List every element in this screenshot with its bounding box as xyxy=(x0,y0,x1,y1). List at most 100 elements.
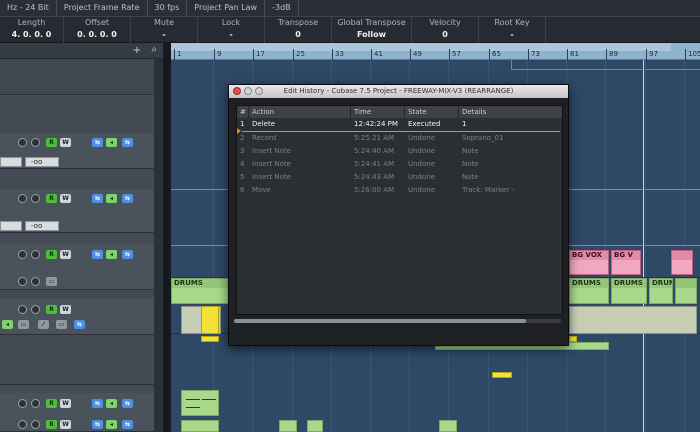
volume-field[interactable] xyxy=(0,221,22,231)
monitor-speaker-icon[interactable]: ◂ xyxy=(106,250,117,259)
record-enable-icon[interactable] xyxy=(31,277,40,286)
project-cursor[interactable] xyxy=(643,60,644,432)
edit-instrument-icon[interactable]: ⇆ xyxy=(92,138,103,147)
folder-icon[interactable]: ▭ xyxy=(56,320,67,329)
record-enable-icon[interactable] xyxy=(31,138,40,147)
edit-icon[interactable]: ⁄ xyxy=(38,320,49,329)
info-mute-value[interactable]: - xyxy=(131,28,197,41)
edit-instrument-icon[interactable]: ⇆ xyxy=(92,420,103,429)
close-icon[interactable] xyxy=(233,87,241,95)
write-button[interactable]: W xyxy=(60,194,71,203)
status-frame-rate[interactable]: 30 fps xyxy=(148,0,188,16)
write-button[interactable]: W xyxy=(60,399,71,408)
track-row[interactable] xyxy=(0,343,163,385)
dialog-title-bar[interactable]: Edit History - Cubase 7.5 Project - FREE… xyxy=(229,85,568,98)
monitor-icon[interactable] xyxy=(18,138,27,147)
read-button[interactable]: R xyxy=(46,138,57,147)
zoom-icon[interactable] xyxy=(255,87,263,95)
column-header-action[interactable]: Action xyxy=(249,106,351,118)
info-length[interactable]: Length 4. 0. 0. 0 xyxy=(0,17,64,43)
status-pan-law[interactable]: -3dB xyxy=(265,0,299,16)
table-row[interactable]: 5 Insert Note 5:24:43 AM Undone Note xyxy=(237,171,562,184)
record-enable-icon[interactable] xyxy=(31,250,40,259)
part-drums[interactable]: DRUMS xyxy=(171,278,231,304)
monitor-icon[interactable] xyxy=(18,194,27,203)
track-list-scrollbar[interactable] xyxy=(154,59,163,432)
read-button[interactable]: R xyxy=(46,399,57,408)
record-enable-icon[interactable] xyxy=(31,420,40,429)
monitor-speaker-icon[interactable]: ◂ xyxy=(106,420,117,429)
timeline-ruler[interactable]: 1 9 17 25 33 41 49 57 65 73 81 89 97 105 xyxy=(171,43,700,60)
volume-value[interactable]: -oo xyxy=(25,157,59,167)
part-midi[interactable] xyxy=(492,372,512,378)
part-audio[interactable] xyxy=(201,306,219,334)
channel-settings-icon[interactable]: ⇆ xyxy=(122,420,133,429)
minimize-icon[interactable] xyxy=(244,87,252,95)
info-velocity-value[interactable]: 0 xyxy=(412,28,478,41)
part-midi[interactable] xyxy=(439,420,457,432)
info-transpose-value[interactable]: 0 xyxy=(265,28,331,41)
folder-icon[interactable]: ▭ xyxy=(46,277,57,286)
info-global-transpose[interactable]: Global Transpose Follow xyxy=(332,17,412,43)
monitor-speaker-icon[interactable]: ◂ xyxy=(106,194,117,203)
info-mute[interactable]: Mute - xyxy=(131,17,198,43)
channel-settings-icon[interactable]: ⇆ xyxy=(122,138,133,147)
info-velocity[interactable]: Velocity 0 xyxy=(412,17,479,43)
edit-history-dialog[interactable]: Edit History - Cubase 7.5 Project - FREE… xyxy=(228,84,569,346)
add-track-icon[interactable]: + xyxy=(133,45,141,56)
monitor-icon[interactable] xyxy=(18,399,27,408)
part-drums[interactable] xyxy=(675,278,697,304)
column-header-state[interactable]: State xyxy=(405,106,459,118)
part-drums[interactable]: DRUMS xyxy=(611,278,647,304)
info-transpose[interactable]: Transpose 0 xyxy=(265,17,332,43)
table-row[interactable]: 2 Record 5:25:21 AM Undone Soprano_01 xyxy=(237,132,562,145)
info-lock-value[interactable]: - xyxy=(198,28,264,41)
write-button[interactable]: W xyxy=(60,250,71,259)
part-midi[interactable] xyxy=(181,390,219,416)
table-row[interactable]: 4 Insert Note 5:24:41 AM Undone Note xyxy=(237,158,562,171)
write-button[interactable]: W xyxy=(60,420,71,429)
monitor-icon[interactable] xyxy=(18,250,27,259)
track-row[interactable]: R W ⇆ ◂ ⇆ R W ⇆ ◂ ⇆ xyxy=(0,393,163,432)
monitor-icon[interactable] xyxy=(18,305,27,314)
info-root-key[interactable]: Root Key - xyxy=(479,17,546,43)
write-button[interactable]: W xyxy=(60,305,71,314)
volume-field[interactable] xyxy=(0,157,22,167)
table-row[interactable]: 3 Insert Note 5:24:40 AM Undone Note xyxy=(237,145,562,158)
track-row[interactable] xyxy=(0,59,163,95)
edit-instrument-icon[interactable]: ⇆ xyxy=(92,399,103,408)
part-drums[interactable]: DRUMS xyxy=(569,278,609,304)
part-bg-vox[interactable] xyxy=(671,250,693,275)
read-button[interactable]: R xyxy=(46,194,57,203)
record-enable-icon[interactable] xyxy=(31,194,40,203)
record-enable-icon[interactable] xyxy=(31,305,40,314)
monitor-icon[interactable] xyxy=(18,420,27,429)
channel-settings-icon[interactable]: ⇆ xyxy=(122,399,133,408)
monitor-speaker-icon[interactable]: ◂ xyxy=(106,138,117,147)
status-sample-format[interactable]: Hz - 24 Bit xyxy=(0,0,57,16)
monitor-icon[interactable] xyxy=(18,277,27,286)
lane-icon[interactable]: ▭ xyxy=(18,320,29,329)
edit-instrument-icon[interactable]: ⇆ xyxy=(92,194,103,203)
track-row[interactable]: R W ⇆ ◂ ⇆ -oo xyxy=(0,133,163,169)
column-header-details[interactable]: Details xyxy=(459,106,559,118)
table-row[interactable]: 1 Delete 12:42:24 PM Executed 1 xyxy=(237,118,562,131)
info-global-transpose-value[interactable]: Follow xyxy=(332,28,411,41)
info-length-value[interactable]: 4. 0. 0. 0 xyxy=(0,28,63,41)
record-enable-icon[interactable] xyxy=(31,399,40,408)
part-midi[interactable] xyxy=(279,420,297,432)
table-row[interactable]: 6 Move 5:26:00 AM Undone Track: Marker - xyxy=(237,184,562,197)
history-table[interactable]: # Action Time State Details 1 Delete 12:… xyxy=(236,105,563,315)
channel-settings-icon[interactable]: ⇆ xyxy=(122,250,133,259)
info-offset[interactable]: Offset 0. 0. 0. 0 xyxy=(64,17,131,43)
column-header-time[interactable]: Time xyxy=(351,106,405,118)
channel-settings-icon[interactable]: ⇆ xyxy=(74,320,85,329)
read-button[interactable]: R xyxy=(46,305,57,314)
track-row[interactable]: R W ⇆ ◂ ⇆ ▭ xyxy=(0,244,163,290)
info-lock[interactable]: Lock - xyxy=(198,17,265,43)
info-offset-value[interactable]: 0. 0. 0. 0 xyxy=(64,28,130,41)
part-audio[interactable] xyxy=(569,306,697,334)
part-midi[interactable] xyxy=(181,420,219,432)
splitter[interactable] xyxy=(163,43,171,432)
part-bg-vox[interactable]: BG VOX xyxy=(569,250,609,275)
